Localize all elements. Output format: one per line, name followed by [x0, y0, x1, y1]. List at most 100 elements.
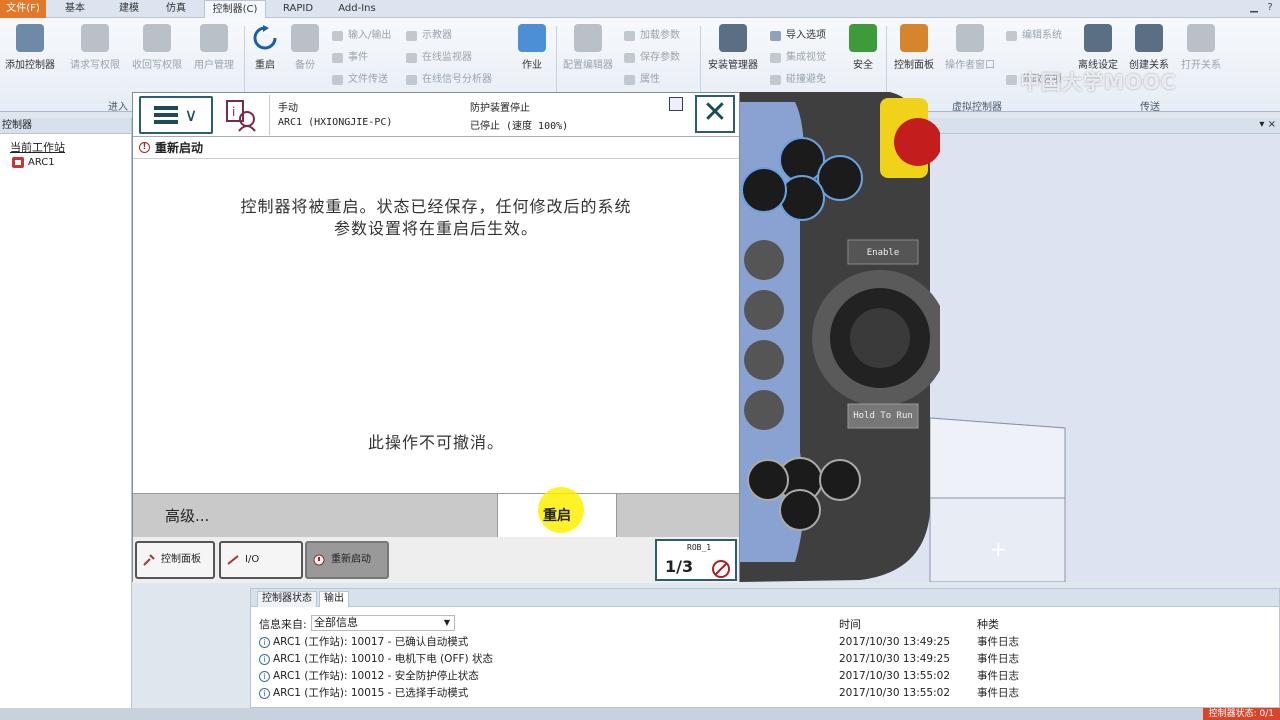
- operator-icon: [956, 24, 984, 52]
- backup-icon: [291, 24, 319, 52]
- save-param-button[interactable]: 保存参数: [622, 50, 680, 66]
- add-controller-button[interactable]: 添加控制器: [0, 24, 60, 71]
- events-button[interactable]: 事件: [330, 50, 368, 66]
- collision-avoid-button[interactable]: 碰撞避免: [768, 72, 826, 88]
- open-relation-button[interactable]: 打开关系: [1176, 24, 1226, 71]
- info-icon: i: [259, 637, 270, 648]
- pendant-hardware: [740, 92, 940, 582]
- quickset-button[interactable]: ROB_1 1/3: [655, 539, 737, 581]
- panel-header: 控制器: [0, 118, 131, 134]
- controller-icon: [16, 24, 44, 52]
- offline-icon: [1084, 24, 1112, 52]
- offline-set-button[interactable]: 离线设定: [1076, 24, 1120, 71]
- task-fraction: 1/3: [665, 557, 694, 576]
- table-row[interactable]: i ARC1 (工作站): 10017 - 已确认自动模式 2017/10/30…: [251, 634, 1261, 651]
- table-row[interactable]: i ARC1 (工作站): 10012 - 安全防护停止状态 2017/10/3…: [251, 668, 1261, 685]
- chevron-down-icon: ▼: [443, 618, 450, 627]
- online-signal-analyzer-button[interactable]: 在线信号分析器: [404, 72, 492, 88]
- task-restart[interactable]: 重新启动: [305, 541, 389, 579]
- output-tab-bar: 控制器状态 输出: [251, 589, 1279, 607]
- create-relation-button[interactable]: 创建关系: [1124, 24, 1174, 71]
- table-row[interactable]: i ARC1 (工作站): 10015 - 已选择手动模式 2017/10/30…: [251, 685, 1261, 702]
- user-manage-button[interactable]: 用户管理: [190, 24, 238, 71]
- tab-rapid[interactable]: RAPID: [276, 0, 320, 18]
- hold-to-run-label: Hold To Run: [853, 411, 913, 421]
- tab-modeling[interactable]: 建模: [112, 0, 146, 18]
- close-button[interactable]: ✕: [695, 95, 735, 133]
- svg-text:+: +: [990, 537, 1007, 561]
- status-bar-bottom: 控制器状态: 0/1: [0, 708, 1280, 720]
- import-options-button[interactable]: 导入选项: [768, 28, 826, 44]
- column-type: 种类: [977, 618, 999, 631]
- status-info: 手动 ARC1 (HXIONGJIE-PC) 防护装置停止 已停止 (速度 10…: [269, 95, 689, 135]
- controller-panel: 控制器 当前工作站 ARC1: [0, 118, 132, 708]
- controller-icon: [12, 157, 24, 168]
- file-transfer-button[interactable]: 文件传送: [330, 72, 388, 88]
- abb-menu-button[interactable]: ∨: [139, 96, 213, 134]
- output-header: 信息来自: 全部信息 ▼ 时间 种类: [251, 615, 1279, 633]
- config-editor-button[interactable]: 配置编辑器: [560, 24, 616, 71]
- undo-warning: 此操作不可撤消。: [367, 433, 504, 452]
- operator-info-icon[interactable]: i: [223, 97, 259, 133]
- advanced-button[interactable]: 高级...: [165, 505, 209, 526]
- table-row[interactable]: i ARC1 (工作站): 10010 - 电机下电 (OFF) 状态 2017…: [251, 651, 1261, 668]
- chevron-down-icon: ∨: [184, 104, 198, 126]
- speed-state: 已停止 (速度 100%): [470, 121, 569, 132]
- load-param-button[interactable]: 加载参数: [622, 28, 680, 44]
- task-control-panel[interactable]: 控制面板: [135, 541, 215, 579]
- help-icon[interactable]: ?: [1262, 1, 1278, 15]
- restart-button[interactable]: 重启: [248, 24, 282, 71]
- restart-icon: [251, 24, 279, 52]
- robot-name: ROB_1: [687, 543, 712, 552]
- safety-icon: [849, 24, 877, 52]
- tab-addins[interactable]: Add-Ins: [330, 0, 384, 18]
- watermark: 中国大学MOOC: [1020, 70, 1177, 94]
- io-button[interactable]: 输入/输出: [330, 28, 391, 44]
- controller-status-indicator[interactable]: 控制器状态: 0/1: [1202, 708, 1280, 720]
- task-bar: 控制面板 I/O 重新启动 ROB_1 1/3: [133, 537, 739, 583]
- task-io[interactable]: I/O: [219, 541, 303, 579]
- edit-system-button[interactable]: 编辑系统: [1004, 28, 1062, 44]
- output-panel: 控制器状态 输出 信息来自: 全部信息 ▼ 时间 种类 i ARC1 (工作站)…: [250, 588, 1280, 708]
- svg-text:i: i: [232, 105, 235, 119]
- command-bar: 高级... 重启: [133, 487, 739, 538]
- tree-item-controller[interactable]: ARC1: [0, 155, 131, 168]
- release-write-button[interactable]: 收回写权限: [128, 24, 186, 71]
- restart-confirm-button[interactable]: 重启: [497, 487, 617, 538]
- integrated-vision-button[interactable]: 集成视觉: [768, 50, 826, 66]
- properties-button[interactable]: 属性: [622, 72, 660, 88]
- key-icon: [143, 24, 171, 52]
- backup-button[interactable]: 备份: [288, 24, 322, 71]
- restart-message-line2: 参数设置将在重启后生效。: [333, 219, 538, 238]
- robot-speed-icon: [712, 560, 730, 578]
- flexpendant-screen: ∨ i 手动 ARC1 (HXIONGJIE-PC) 防护装置停止 已停止 (速…: [132, 92, 740, 583]
- safety-manager-button[interactable]: 安装管理器: [704, 24, 762, 71]
- filter-select[interactable]: 全部信息 ▼: [311, 615, 455, 631]
- dropdown-icon[interactable]: ▾ ×: [1259, 119, 1276, 130]
- mode-text: 手动: [278, 103, 298, 114]
- tab-simulation[interactable]: 仿真: [158, 0, 194, 18]
- ribbon-tab-bar: 文件(F) 基本 建模 仿真 控制器(C) RAPID Add-Ins ▁ ?: [0, 0, 1280, 19]
- document-icon: [669, 97, 683, 111]
- system-name: ARC1 (HXIONGJIE-PC): [278, 117, 393, 128]
- operator-window-button[interactable]: 操作者窗口: [942, 24, 998, 71]
- group-label-virtual: 虚拟控制器: [952, 102, 1002, 113]
- job-button[interactable]: 作业: [512, 24, 552, 71]
- teach-pendant-button[interactable]: 示教器: [404, 28, 452, 44]
- safety-button[interactable]: 安全: [846, 24, 880, 71]
- tab-controller-status[interactable]: 控制器状态: [257, 591, 317, 607]
- controller-state: 防护装置停止: [470, 103, 530, 114]
- tab-file[interactable]: 文件(F): [0, 0, 46, 18]
- minimize-icon[interactable]: ▁: [1246, 1, 1262, 15]
- job-icon: [518, 24, 546, 52]
- tab-controller[interactable]: 控制器(C): [204, 0, 266, 19]
- online-monitor-button[interactable]: 在线监视器: [404, 50, 472, 66]
- window-title: ! 重新启动: [133, 137, 739, 159]
- info-icon: i: [259, 654, 270, 665]
- info-icon: i: [259, 671, 270, 682]
- tree-root-station[interactable]: 当前工作站: [0, 134, 131, 155]
- control-panel-button[interactable]: 控制面板: [890, 24, 938, 71]
- tab-basic[interactable]: 基本: [58, 0, 92, 18]
- tab-output[interactable]: 输出: [319, 591, 349, 607]
- request-write-button[interactable]: 请求写权限: [66, 24, 124, 71]
